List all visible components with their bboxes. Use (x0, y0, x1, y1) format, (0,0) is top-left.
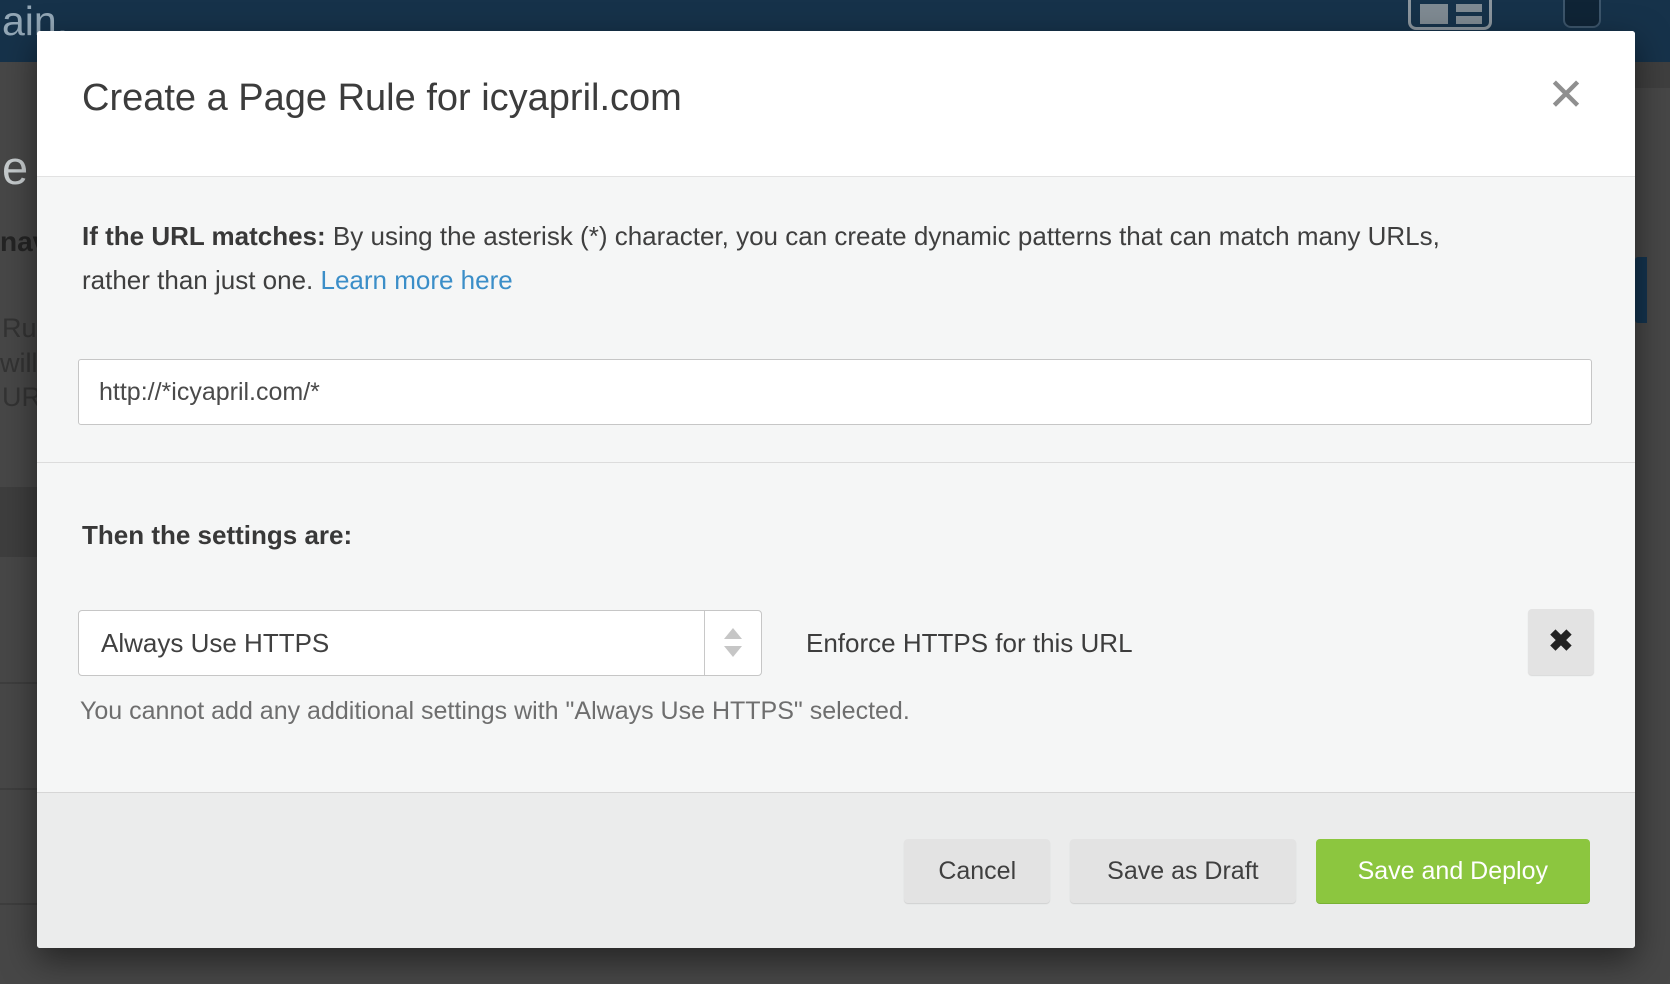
modal-title: Create a Page Rule for icyapril.com (82, 77, 682, 120)
background-text-fragment: will (0, 348, 38, 379)
background-text-fragment: e (2, 140, 28, 195)
stepper-icon (704, 611, 761, 675)
create-page-rule-modal: Create a Page Rule for icyapril.com ✕ If… (37, 31, 1635, 948)
modal-footer: Cancel Save as Draft Save and Deploy (37, 792, 1635, 948)
setting-select[interactable]: Always Use HTTPS (78, 610, 762, 676)
background-button-sliver (1635, 257, 1647, 323)
save-as-draft-button[interactable]: Save as Draft (1070, 839, 1295, 903)
background-band (1635, 62, 1670, 88)
apps-icon-block (1420, 4, 1448, 24)
footer-buttons: Cancel Save as Draft Save and Deploy (904, 839, 1590, 903)
background-row-divider (0, 682, 37, 684)
background-row-divider (0, 788, 37, 790)
setting-select-value: Always Use HTTPS (101, 611, 329, 675)
cancel-button[interactable]: Cancel (904, 839, 1050, 903)
setting-note: You cannot add any additional settings w… (80, 697, 910, 726)
background-text-fragment: UR (2, 382, 41, 413)
background-row-divider (0, 903, 37, 905)
close-icon[interactable]: ✕ (1539, 65, 1593, 125)
learn-more-link[interactable]: Learn more here (321, 265, 513, 295)
apps-icon (1408, 0, 1492, 30)
url-match-label: If the URL matches: (82, 221, 326, 251)
apps-icon-bar (1456, 4, 1482, 12)
stepper-up-icon (724, 628, 742, 639)
section-divider (37, 462, 1635, 463)
save-and-deploy-button[interactable]: Save and Deploy (1316, 839, 1590, 903)
apps-icon-bar (1456, 16, 1482, 24)
settings-heading: Then the settings are: (82, 520, 352, 551)
url-pattern-input[interactable] (78, 359, 1592, 425)
notification-icon (1563, 0, 1601, 28)
screen: ain. e nav Ru will UR Create a Page Rule… (0, 0, 1670, 984)
remove-setting-button[interactable]: ✖ (1528, 609, 1594, 675)
url-match-paragraph: If the URL matches: By using the asteris… (82, 214, 1502, 302)
stepper-down-icon (724, 646, 742, 657)
background-table-header (0, 487, 37, 557)
background-text-fragment: Ru (2, 313, 37, 344)
modal-header: Create a Page Rule for icyapril.com ✕ (37, 31, 1635, 177)
setting-description: Enforce HTTPS for this URL (806, 610, 1133, 676)
